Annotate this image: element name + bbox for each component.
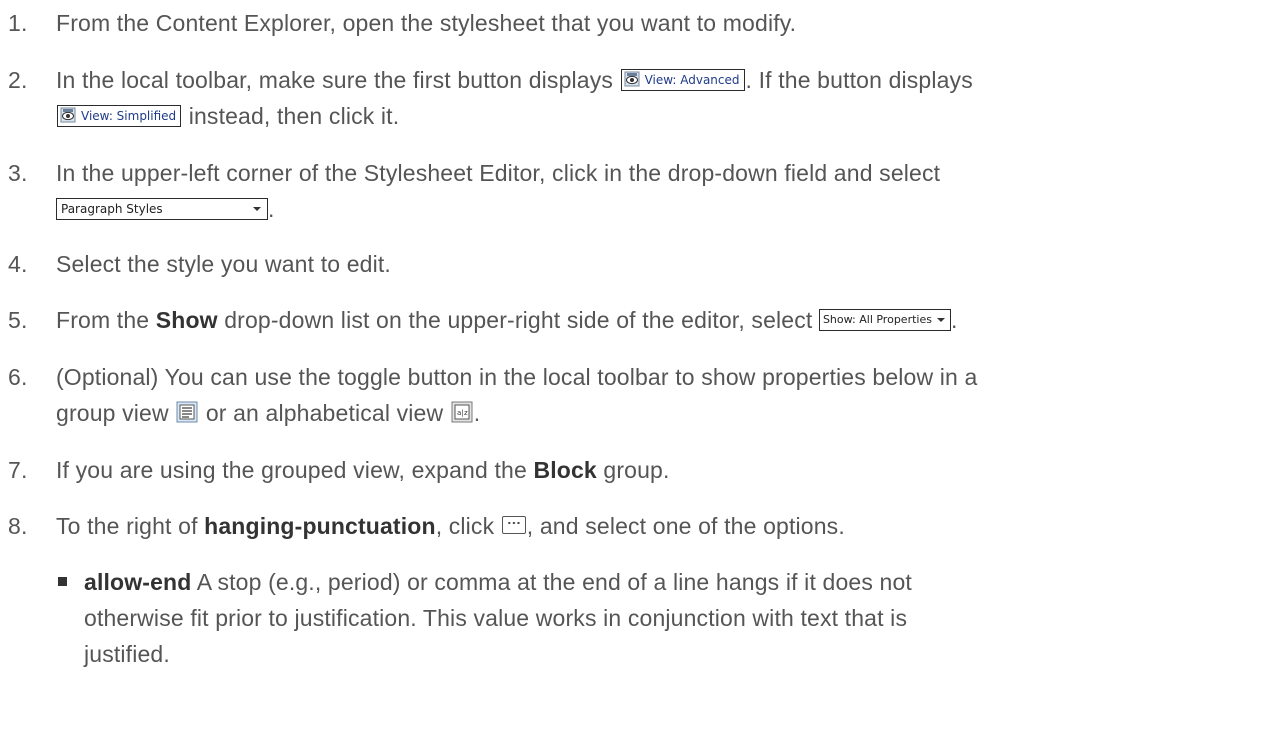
- alphabetical-view-icon[interactable]: a|z: [451, 401, 473, 423]
- style-type-dropdown[interactable]: Paragraph Styles: [56, 197, 268, 220]
- step-text: In the upper-left corner of the Styleshe…: [56, 160, 941, 186]
- option-name: allow-end: [84, 569, 192, 595]
- chevron-down-icon: [253, 206, 261, 211]
- step-number: 4.: [8, 251, 28, 277]
- view-simplified-label: View: Simplified: [81, 108, 177, 123]
- view-eye-icon: [624, 71, 640, 87]
- step-number: 7.: [8, 457, 28, 483]
- ellipsis-icon[interactable]: [501, 515, 526, 534]
- show-properties-dropdown[interactable]: Show: All Properties: [818, 308, 951, 331]
- step-number: 5.: [8, 307, 28, 333]
- step-number: 6.: [8, 364, 28, 390]
- view-advanced-button[interactable]: View: Advanced: [620, 68, 745, 91]
- procedure-document: 1. From the Content Explorer, open the s…: [0, 0, 1261, 736]
- step-text: In the local toolbar, make sure the firs…: [56, 67, 620, 93]
- step-number: 3.: [8, 160, 28, 186]
- step-text: instead, then click it.: [182, 103, 400, 129]
- ui-term: hanging-punctuation: [204, 513, 436, 539]
- svg-text:a|z: a|z: [457, 409, 468, 417]
- step-text: From the Content Explorer, open the styl…: [56, 10, 797, 36]
- chevron-down-icon: [936, 317, 945, 322]
- step-number: 8.: [8, 513, 28, 539]
- group-view-icon[interactable]: [176, 401, 198, 423]
- option-allow-end: allow-end A stop (e.g., period) or comma…: [58, 564, 1214, 672]
- step-number: 1.: [8, 10, 28, 36]
- step-text: (Optional) You can use the toggle button…: [56, 364, 978, 390]
- dropdown-value: Paragraph Styles: [61, 201, 163, 216]
- step-text: . If the button displays: [745, 67, 973, 93]
- view-simplified-button[interactable]: View: Simplified: [57, 104, 182, 127]
- view-eye-icon: [60, 107, 76, 123]
- ui-term: Block: [533, 457, 597, 483]
- view-advanced-label: View: Advanced: [644, 72, 740, 87]
- bullet-icon: [58, 577, 67, 586]
- step-number: 2.: [8, 67, 28, 93]
- ui-term: Show: [155, 307, 218, 333]
- step-text: Select the style you want to edit.: [56, 251, 391, 277]
- dropdown-value: Show: All Properties: [822, 312, 932, 326]
